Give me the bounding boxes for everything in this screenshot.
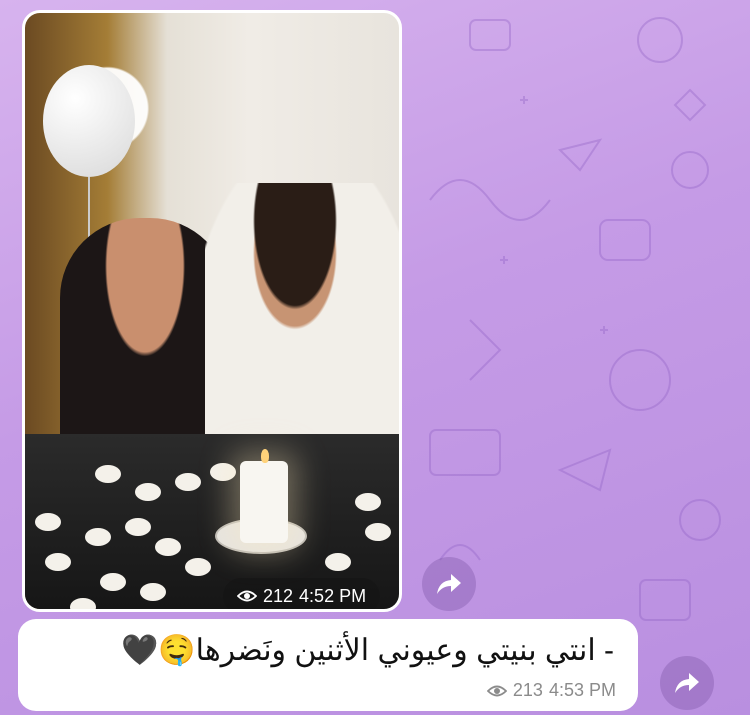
photo-views-count: 212 <box>263 585 294 606</box>
eye-icon <box>486 685 507 696</box>
photo-message-meta: 212 4:52 PM <box>223 578 381 609</box>
text-message-meta: 213 4:53 PM <box>486 680 616 701</box>
share-arrow-icon <box>437 574 461 594</box>
share-text-button[interactable] <box>660 656 714 710</box>
petal <box>95 465 121 483</box>
petal <box>125 518 151 536</box>
couple-photo[interactable] <box>25 13 399 609</box>
petal <box>325 553 351 571</box>
petal <box>135 483 161 501</box>
text-timestamp: 4:53 PM <box>548 680 616 700</box>
candle <box>240 461 288 543</box>
petal <box>365 523 391 541</box>
eye-icon <box>237 590 257 602</box>
petal <box>85 528 111 546</box>
petal <box>355 493 381 511</box>
message-text: - انتي بنيتي وعيوني الأثنين ونَضرها🤤🖤 <box>120 634 614 667</box>
share-photo-button[interactable] <box>422 557 476 611</box>
share-arrow-icon <box>675 673 699 693</box>
photo-timestamp: 4:52 PM <box>299 585 367 606</box>
petal <box>210 463 236 481</box>
petal <box>140 583 166 601</box>
text-message[interactable]: - انتي بنيتي وعيوني الأثنين ونَضرها🤤🖤 21… <box>18 619 638 711</box>
man-figure <box>205 183 399 453</box>
petal <box>185 558 211 576</box>
candle-flame <box>261 449 269 463</box>
petal <box>45 553 71 571</box>
balloon <box>43 65 135 177</box>
photo-message[interactable]: 212 4:52 PM <box>22 10 402 612</box>
petal <box>175 473 201 491</box>
text-views-count: 213 <box>512 680 543 700</box>
petal <box>100 573 126 591</box>
petal <box>155 538 181 556</box>
petal <box>70 598 96 609</box>
petal <box>35 513 61 531</box>
